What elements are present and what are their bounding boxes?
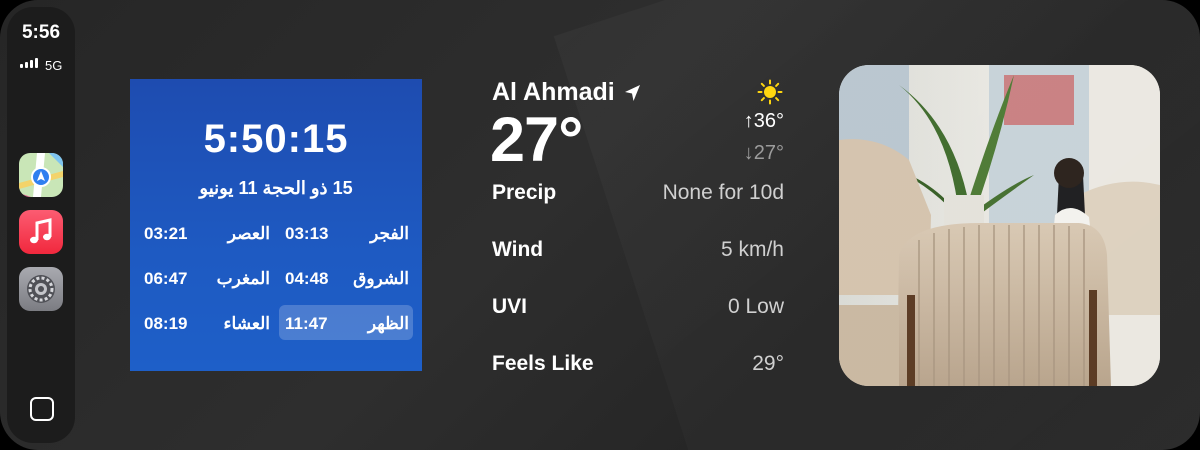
- sidebar: 5:56 5G: [7, 7, 75, 443]
- prayer-name: الشروق: [353, 269, 409, 288]
- photo-widget[interactable]: [839, 65, 1160, 386]
- prayer-name: الظهر: [367, 314, 409, 333]
- city-name: Al Ahmadi: [492, 78, 615, 106]
- prayer-clock: 5:50:15: [203, 117, 349, 161]
- wind-label: Wind: [492, 238, 544, 261]
- wind-value: 5 km/h: [720, 238, 784, 261]
- prayer-name: العشاء: [223, 314, 270, 333]
- status-time: 5:56: [21, 22, 61, 43]
- high-temperature: ↑36°: [743, 110, 784, 132]
- location-arrow-icon: [624, 85, 640, 102]
- sun-icon: [757, 79, 783, 105]
- prayer-time: 11:47: [285, 314, 328, 333]
- precip-label: Precip: [492, 181, 557, 204]
- music-app-icon[interactable]: [19, 210, 63, 254]
- maps-app-icon[interactable]: [19, 153, 63, 197]
- settings-app-icon[interactable]: [19, 267, 63, 311]
- prayer-name: الفجر: [370, 224, 409, 243]
- prayer-time: 06:47: [144, 269, 188, 288]
- uvi-label: UVI: [492, 295, 528, 318]
- network-label: 5G: [45, 58, 63, 73]
- current-temperature: 27°: [490, 105, 583, 175]
- home-grid-icon[interactable]: [30, 397, 54, 421]
- prayer-date: 15 ذو الحجة 11 يونيو: [199, 178, 353, 198]
- prayer-time: 03:13: [285, 224, 329, 243]
- prayer-times-widget[interactable]: 5:50:15 15 ذو الحجة 11 يونيو الفجر 03:13…: [130, 79, 422, 371]
- signal-icon: [20, 58, 38, 68]
- prayer-time: 03:21: [144, 224, 188, 243]
- feels-like-label: Feels Like: [492, 352, 594, 375]
- carplay-screen: 5:56 5G 5:50:15 15 ذو الحجة 11 يونيو الف…: [0, 0, 1200, 450]
- uvi-value: 0 Low: [727, 295, 784, 318]
- prayer-name: العصر: [227, 224, 270, 243]
- prayer-time: 04:48: [285, 269, 329, 288]
- feels-like-value: 29°: [752, 352, 784, 375]
- low-temperature: ↓27°: [743, 142, 784, 164]
- precip-value: None for 10d: [662, 181, 784, 204]
- photo-image: [839, 65, 1160, 386]
- prayer-time: 08:19: [144, 314, 188, 333]
- prayer-name: المغرب: [216, 269, 270, 288]
- weather-city: Al Ahmadi: [492, 78, 642, 107]
